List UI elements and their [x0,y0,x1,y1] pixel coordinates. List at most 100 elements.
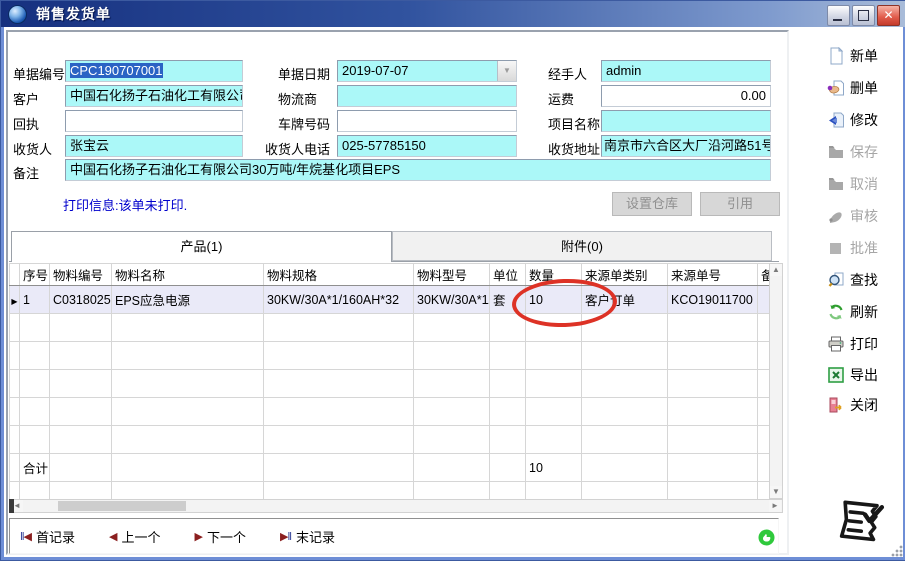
new-doc-label: 新单 [850,46,878,66]
horizontal-scrollbar[interactable]: ◄ ► [9,499,783,513]
export-label: 导出 [850,365,878,385]
modify-button[interactable]: 修改 [827,106,905,134]
table-empty-row [10,342,770,370]
logistics-label: 物流商 [278,89,317,108]
logistics-field[interactable] [337,85,517,107]
project-label: 项目名称 [548,114,600,133]
minimize-icon [833,19,842,21]
close-button[interactable]: ✕ [877,5,900,26]
cell-spec[interactable]: 30KW/30A*1/160AH*32 [264,286,414,314]
first-record-label: 首记录 [36,527,75,546]
address-label: 收货地址 [548,139,600,158]
first-record-button[interactable]: ‖◀ 首记录 [20,527,75,546]
tab-attachments[interactable]: 附件(0) [392,231,772,261]
cell-seq[interactable]: 1 [20,286,50,314]
doc-date-value: 2019-07-07 [342,63,409,78]
maximize-icon [858,10,869,21]
gutter-header [10,264,20,286]
consignee-tel-label: 收货人电话 [265,139,330,158]
handler-field[interactable]: admin [601,60,771,82]
audit-button: 审核 [827,202,905,230]
audit-label: 审核 [850,206,878,226]
save-icon [827,143,845,161]
find-icon [827,271,845,289]
table-empty-row [10,426,770,454]
scroll-down-icon[interactable]: ▼ [770,486,782,498]
refresh-button[interactable]: 刷新 [827,298,905,326]
remark-field[interactable]: 中国石化扬子石油化工有限公司30万吨/年烷基化项目EPS [65,159,771,181]
modify-label: 修改 [850,110,878,130]
col-header-item-name[interactable]: 物料名称 [112,264,264,286]
next-record-label: 下一个 [207,527,246,546]
project-field[interactable] [601,110,771,132]
freight-label: 运费 [548,89,574,108]
table-empty-row [10,314,770,342]
maximize-button[interactable] [852,5,875,26]
audit-icon [827,207,845,225]
prev-record-button[interactable]: ◀ 上一个 [109,527,160,546]
new-doc-button[interactable]: 新单 [827,42,905,70]
minimize-button[interactable] [827,5,850,26]
record-nav-bar: ‖◀ 首记录 ◀ 上一个 ▶ 下一个 ▶‖ 末记录 [9,518,779,554]
find-button[interactable]: 查找 [827,266,905,294]
last-record-icon: ▶‖ [280,530,291,543]
close-icon: ✕ [878,6,899,25]
cell-remark[interactable] [758,286,770,314]
doc-no-field[interactable]: CPC190707001 [65,60,243,82]
delete-doc-label: 删单 [850,78,878,98]
scroll-right-icon[interactable]: ► [769,500,781,512]
approve-icon [827,239,845,257]
plate-no-field[interactable] [337,110,517,132]
title-bar: 销售发货单 ✕ [1,1,905,27]
vertical-scrollbar[interactable]: ▲ ▼ [769,263,783,499]
receipt-field[interactable] [65,110,243,132]
col-header-seq[interactable]: 序号 [20,264,50,286]
set-warehouse-button: 设置仓库 [612,192,692,216]
cancel-button: 取消 [827,170,905,198]
col-header-remark[interactable]: 备注 [758,264,770,286]
plate-no-label: 车牌号码 [278,114,330,133]
new-doc-icon [827,47,845,65]
address-field[interactable]: 南京市六合区大厂沿河路51号 [601,135,771,157]
customer-field[interactable]: 中国石化扬子石油化工有限公司 [65,85,243,107]
consignee-field[interactable]: 张宝云 [65,135,243,157]
col-header-spec[interactable]: 物料规格 [264,264,414,286]
doc-no-value: CPC190707001 [70,63,163,78]
handler-label: 经手人 [548,64,587,83]
green-status-icon [758,529,775,551]
table-empty-row [10,482,770,500]
date-dropdown-button[interactable]: ▼ [497,61,516,81]
col-header-item-code[interactable]: 物料编号 [50,264,112,286]
prev-record-label: 上一个 [122,527,161,546]
print-button[interactable]: 打印 [827,330,905,358]
consignee-tel-field[interactable]: 025-57785150 [337,135,517,157]
table-empty-row [10,370,770,398]
cancel-icon [827,175,845,193]
scrollbar-thumb[interactable] [58,501,186,511]
save-label: 保存 [850,142,878,162]
window-title: 销售发货单 [36,4,111,24]
cell-model[interactable]: 30KW/30A*1/1 [414,286,490,314]
export-button[interactable]: 导出 [827,361,905,389]
table-row[interactable]: ▶ 1 C0318025 EPS应急电源 30KW/30A*1/160AH*32… [10,286,770,314]
close-form-button[interactable]: 关闭 [827,391,905,419]
delete-doc-icon [827,79,845,97]
col-header-model[interactable]: 物料型号 [414,264,490,286]
resize-grip[interactable] [891,545,903,557]
tab-products[interactable]: 产品(1) [11,231,392,262]
cell-source-no[interactable]: KCO19011700 [668,286,758,314]
refresh-label: 刷新 [850,302,878,322]
next-record-button[interactable]: ▶ 下一个 [195,527,246,546]
delete-doc-button[interactable]: 删单 [827,74,905,102]
table-empty-row [10,398,770,426]
col-header-source-no[interactable]: 来源单号 [668,264,758,286]
cell-item-code[interactable]: C0318025 [50,286,112,314]
cell-item-name[interactable]: EPS应急电源 [112,286,264,314]
last-record-button[interactable]: ▶‖ 末记录 [280,527,335,546]
doc-date-field[interactable]: 2019-07-07 ▼ [337,60,517,82]
first-record-icon: ‖◀ [20,530,31,543]
col-header-unit[interactable]: 单位 [490,264,526,286]
freight-field[interactable]: 0.00 [601,85,771,107]
scroll-up-icon[interactable]: ▲ [770,264,782,276]
next-record-icon: ▶ [195,530,202,543]
